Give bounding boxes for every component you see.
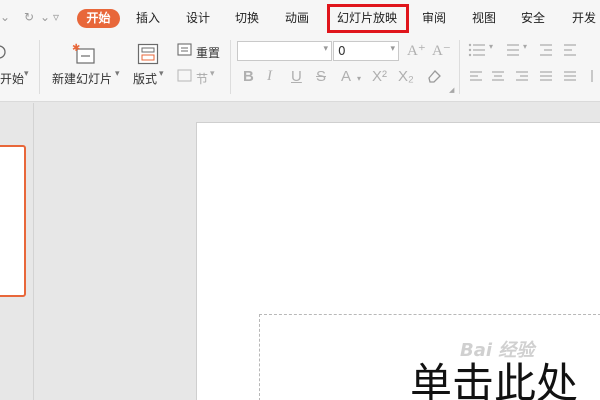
tab-animation[interactable]: 动画 (285, 9, 309, 28)
slide-canvas[interactable]: 单击此处 (196, 122, 600, 400)
title-placeholder[interactable]: 单击此处 (259, 314, 600, 400)
chevron-down-icon[interactable]: ▾ (115, 69, 120, 79)
tab-view[interactable]: 视图 (472, 9, 496, 28)
justify-icon[interactable] (539, 69, 555, 83)
slide-thumbnail[interactable] (0, 145, 26, 297)
font-name-combo[interactable]: ▾ (237, 41, 332, 61)
ribbon-divider (230, 40, 231, 94)
reset-button[interactable]: 重置 (196, 44, 220, 61)
numbered-list-icon[interactable] (502, 42, 522, 56)
customize-toolbar-icon[interactable]: ▿ (53, 10, 59, 24)
layout-button[interactable]: 版式 (133, 70, 157, 87)
menu-bar: ⌄ ↻ ⌄ ▿ 开始 插入 设计 切换 动画 幻灯片放映 审阅 视图 安全 开发 (0, 0, 600, 36)
chevron-down-icon[interactable]: ▾ (357, 74, 361, 83)
tab-review[interactable]: 审阅 (422, 9, 446, 28)
chevron-down-icon: ▾ (323, 44, 328, 54)
tab-transitions[interactable]: 切换 (235, 9, 259, 28)
svg-text:✱: ✱ (72, 43, 80, 54)
new-slide-button[interactable]: 新建幻灯片 (52, 70, 112, 87)
section-button[interactable]: 节 (196, 70, 208, 87)
slideshow-tab-highlight-box (327, 4, 409, 33)
tab-security[interactable]: 安全 (521, 9, 545, 28)
font-dialog-launcher-icon[interactable]: ◢ (449, 86, 454, 94)
chevron-down-icon[interactable]: ▾ (489, 42, 493, 51)
section-icon (177, 69, 192, 82)
decrease-font-size-icon[interactable]: A⁻ (432, 42, 451, 60)
undo-dropdown-icon[interactable]: ⌄ (0, 10, 10, 24)
start-show-button[interactable]: 开始 (0, 70, 24, 87)
align-right-icon[interactable] (515, 69, 531, 83)
chevron-down-icon[interactable]: ▾ (24, 69, 29, 79)
bold-icon[interactable]: B (243, 68, 254, 85)
redo-icon[interactable]: ↻ (24, 10, 34, 24)
subscript-icon[interactable]: X₂ (398, 68, 414, 85)
ribbon-divider (39, 40, 40, 94)
slide-thumbnail-pane (0, 103, 34, 400)
chevron-down-icon: ▾ (390, 44, 395, 54)
tab-start[interactable]: 开始 (77, 9, 120, 28)
reset-icon[interactable] (177, 43, 193, 57)
ribbon-toolbar: 开始 ▾ ✱ 新建幻灯片 ▾ 版式 ▾ 重置 节 ▾ ▾ 0 ▾ A⁺ A⁻ B… (0, 36, 600, 102)
font-size-combo[interactable]: 0 ▾ (333, 41, 399, 61)
strikethrough-icon[interactable]: S (316, 68, 326, 85)
chevron-down-icon[interactable]: ▾ (523, 42, 527, 51)
column-icon[interactable] (588, 69, 600, 83)
tab-insert[interactable]: 插入 (136, 9, 160, 28)
ribbon-divider (459, 40, 460, 94)
chevron-down-icon[interactable]: ▾ (210, 69, 215, 79)
superscript-icon[interactable]: X² (372, 68, 387, 85)
watermark: Bai 经验 (460, 340, 535, 361)
italic-icon[interactable]: I (267, 68, 272, 85)
font-size-value: 0 (338, 44, 346, 58)
align-center-icon[interactable] (491, 69, 507, 83)
new-slide-icon[interactable]: ✱ (72, 42, 98, 66)
play-slideshow-icon[interactable] (0, 44, 8, 62)
distributed-icon[interactable] (563, 69, 579, 83)
layout-icon[interactable] (137, 43, 159, 65)
tab-developer[interactable]: 开发 (572, 9, 596, 28)
font-color-icon[interactable]: A (341, 68, 351, 85)
bullet-list-icon[interactable] (468, 42, 488, 56)
chevron-down-icon[interactable]: ▾ (159, 69, 164, 79)
clear-format-icon[interactable] (426, 68, 442, 84)
tab-design[interactable]: 设计 (186, 9, 210, 28)
increase-indent-icon[interactable] (562, 42, 578, 56)
decrease-indent-icon[interactable] (538, 42, 554, 56)
chevron-down-icon[interactable]: ⌄ (40, 10, 50, 24)
increase-font-size-icon[interactable]: A⁺ (407, 42, 426, 60)
align-left-icon[interactable] (468, 69, 484, 83)
underline-icon[interactable]: U (291, 68, 302, 85)
